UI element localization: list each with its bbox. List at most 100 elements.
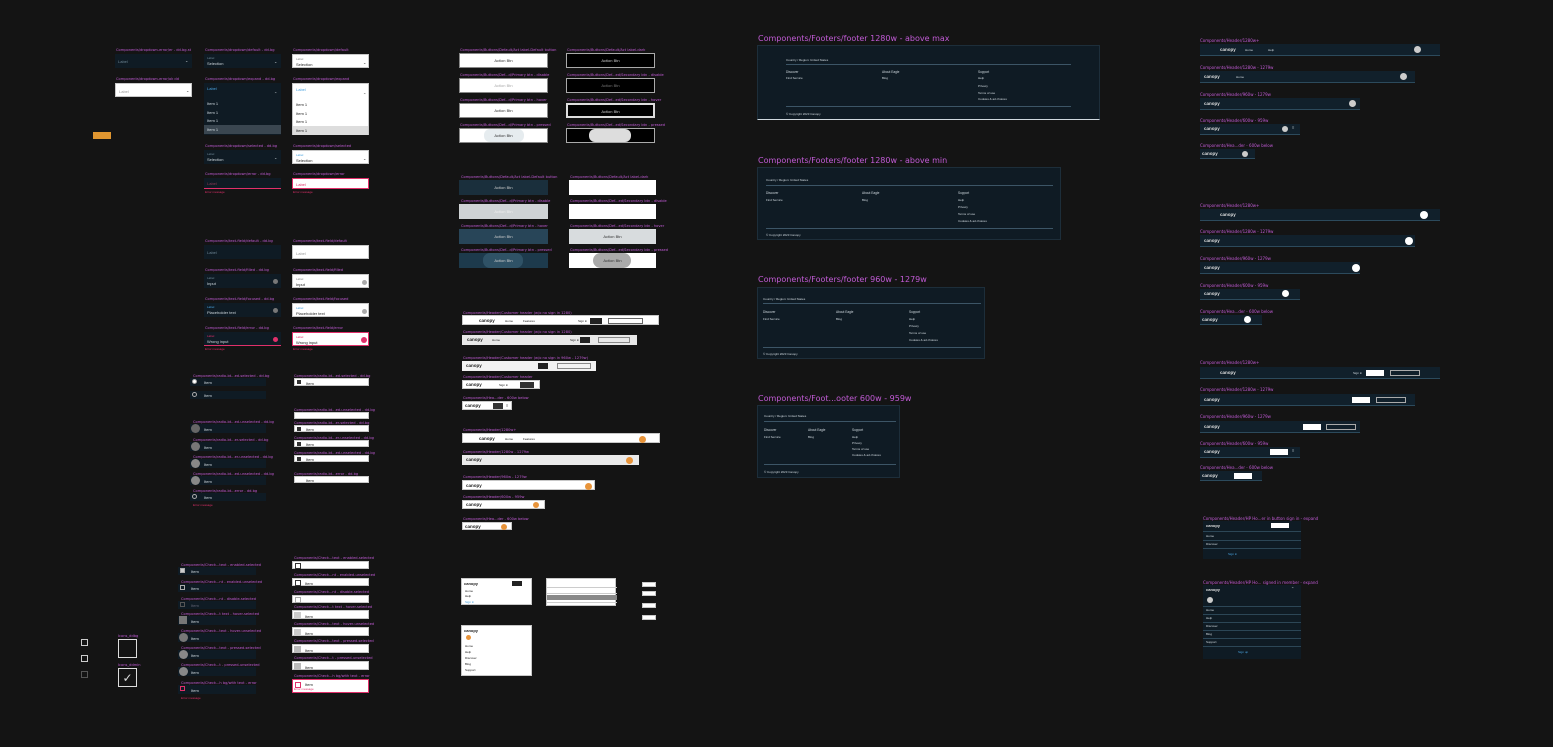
- logo[interactable]: canopy: [479, 436, 495, 441]
- footer-link[interactable]: Privacy: [909, 324, 919, 328]
- logo[interactable]: canopy: [1204, 291, 1220, 296]
- radio-row-light[interactable]: Item: [294, 455, 369, 462]
- logo[interactable]: canopy: [1204, 265, 1220, 270]
- checkbox-hover-icon[interactable]: [294, 612, 301, 619]
- dropdown-light-expanded[interactable]: Label ⌃ Item 1 Item 1 Item 1 Item 1: [292, 83, 369, 135]
- text-field-dark-filled[interactable]: Label Input: [204, 274, 281, 288]
- chevron-up-icon[interactable]: ⌃: [1291, 586, 1294, 591]
- checkbox-icon[interactable]: [297, 380, 301, 384]
- checkbox-row[interactable]: Item: [178, 633, 256, 642]
- checkbox-checked-icon[interactable]: [180, 568, 185, 573]
- dropdown-item[interactable]: Item 1: [207, 101, 218, 106]
- logo[interactable]: canopy: [1204, 424, 1220, 429]
- action-button-pressed[interactable]: Action Btn: [459, 128, 548, 143]
- dropdown-light-selected[interactable]: Label Selection ⌄: [292, 150, 369, 164]
- menu-item[interactable]: Home: [465, 589, 473, 593]
- logo[interactable]: canopy: [1202, 151, 1218, 156]
- radio-row[interactable]: Item: [190, 391, 266, 399]
- action-button-secondary[interactable]: [569, 180, 656, 195]
- action-button-primary[interactable]: Action Btn: [459, 180, 548, 195]
- avatar[interactable]: [466, 635, 471, 640]
- checkbox-pressed-icon[interactable]: [179, 667, 188, 676]
- nav-home[interactable]: Home: [492, 338, 500, 342]
- checkbox-hover-icon[interactable]: [179, 616, 187, 624]
- nav-signin[interactable]: Sign in: [578, 319, 587, 323]
- text-field-light-filled[interactable]: Label Input: [292, 274, 369, 288]
- radio-row[interactable]: Item: [190, 424, 266, 433]
- country-selector[interactable]: Country / Region: United States: [766, 178, 808, 182]
- logo[interactable]: canopy: [467, 337, 483, 342]
- radio-row[interactable]: Item: [190, 459, 266, 468]
- menu-item[interactable]: Sign in: [1228, 552, 1237, 556]
- footer-link[interactable]: Terms of use: [958, 212, 975, 216]
- nav-home[interactable]: Home: [505, 437, 513, 441]
- logo[interactable]: canopy: [1206, 587, 1220, 592]
- mini-button[interactable]: [642, 603, 656, 608]
- avatar[interactable]: [1242, 151, 1248, 157]
- checkbox-error-icon[interactable]: [180, 686, 185, 691]
- text-field-dark-focused[interactable]: Label Placeholder text: [204, 303, 281, 317]
- logo[interactable]: canopy: [1202, 473, 1218, 478]
- logo[interactable]: canopy: [1204, 397, 1220, 402]
- nav-home[interactable]: Home: [505, 319, 513, 323]
- avatar[interactable]: [585, 483, 592, 490]
- footer-link[interactable]: Help: [958, 198, 964, 202]
- action-button-dark-pressed[interactable]: [566, 128, 655, 143]
- menu-item[interactable]: Blog: [1206, 632, 1212, 636]
- checkbox-row-light[interactable]: Item: [292, 578, 369, 586]
- logo[interactable]: canopy: [466, 457, 482, 462]
- footer-link[interactable]: Terms of use: [909, 331, 926, 335]
- nav-home[interactable]: Home: [1245, 48, 1253, 52]
- radio-row-light[interactable]: Item: [294, 378, 369, 386]
- checkbox-row[interactable]: Item: [178, 685, 256, 694]
- text-field-dark[interactable]: Label: [204, 245, 281, 259]
- logo[interactable]: canopy: [1204, 238, 1220, 243]
- avatar[interactable]: [626, 457, 633, 464]
- dropdown-dark-expanded[interactable]: Label ⌃ Item 1 Item 1 Item 1 Item 1: [204, 83, 281, 135]
- menu-item[interactable]: Help: [465, 594, 471, 598]
- menu-icon[interactable]: ≡: [1292, 125, 1294, 130]
- nav-features[interactable]: Features: [523, 319, 535, 323]
- dropdown-light[interactable]: Label ⌄: [115, 83, 192, 97]
- footer-link[interactable]: Blog: [808, 435, 814, 439]
- footer-link[interactable]: Privacy: [978, 84, 988, 88]
- footer-link[interactable]: Help: [909, 317, 915, 321]
- checkbox-icon[interactable]: [297, 427, 301, 431]
- menu-item[interactable]: Support: [1206, 640, 1217, 644]
- country-selector[interactable]: Country / Region: United States: [763, 297, 805, 301]
- action-button-secondary-pressed[interactable]: Action Btn: [569, 253, 656, 268]
- menu-item[interactable]: Support: [465, 668, 476, 672]
- action-button-primary-disabled[interactable]: Action Btn: [459, 204, 548, 219]
- country-selector[interactable]: Country / Region: United States: [786, 58, 828, 62]
- footer-link[interactable]: Find Service: [786, 76, 803, 80]
- radio-row[interactable]: Item: [190, 493, 266, 501]
- country-selector[interactable]: Country / Region: United States: [764, 414, 806, 418]
- toggle-icon[interactable]: [1282, 290, 1289, 297]
- action-button-secondary-hover[interactable]: Action Btn: [569, 229, 656, 244]
- radio-row-light[interactable]: Item: [294, 476, 369, 483]
- nav-features[interactable]: Features: [523, 437, 535, 441]
- logo[interactable]: canopy: [1204, 449, 1220, 454]
- menu-item[interactable]: Discover: [1206, 542, 1218, 546]
- checkbox-hover-icon[interactable]: [294, 629, 301, 636]
- logo[interactable]: canopy: [466, 363, 482, 368]
- checkbox-checked-icon[interactable]: [295, 563, 301, 569]
- toggle-icon[interactable]: [1405, 237, 1413, 245]
- logo[interactable]: canopy: [1220, 212, 1236, 217]
- action-button-dark-disabled[interactable]: Action Btn: [566, 78, 655, 93]
- checkbox-row-light[interactable]: Item: [292, 627, 369, 636]
- radio-hover-icon[interactable]: [191, 424, 200, 433]
- action-button-primary-pressed[interactable]: Action Btn: [459, 253, 548, 268]
- dropdown-dark-selected[interactable]: Label Selection ⌄: [204, 150, 281, 164]
- action-button-dark[interactable]: Action Btn: [566, 53, 655, 68]
- menu-item[interactable]: Blog: [465, 662, 471, 666]
- footer-link[interactable]: Terms of use: [978, 91, 995, 95]
- footer-link[interactable]: Find Service: [766, 198, 783, 202]
- radio-row-light[interactable]: Item: [294, 425, 369, 432]
- menu-item[interactable]: Help: [465, 650, 471, 654]
- footer-link[interactable]: Blog: [882, 76, 888, 80]
- logo[interactable]: canopy: [464, 581, 478, 586]
- footer-link[interactable]: Terms of use: [852, 447, 869, 451]
- dropdown-light-error[interactable]: Label: [292, 178, 369, 189]
- action-button[interactable]: Action Btn: [459, 53, 548, 68]
